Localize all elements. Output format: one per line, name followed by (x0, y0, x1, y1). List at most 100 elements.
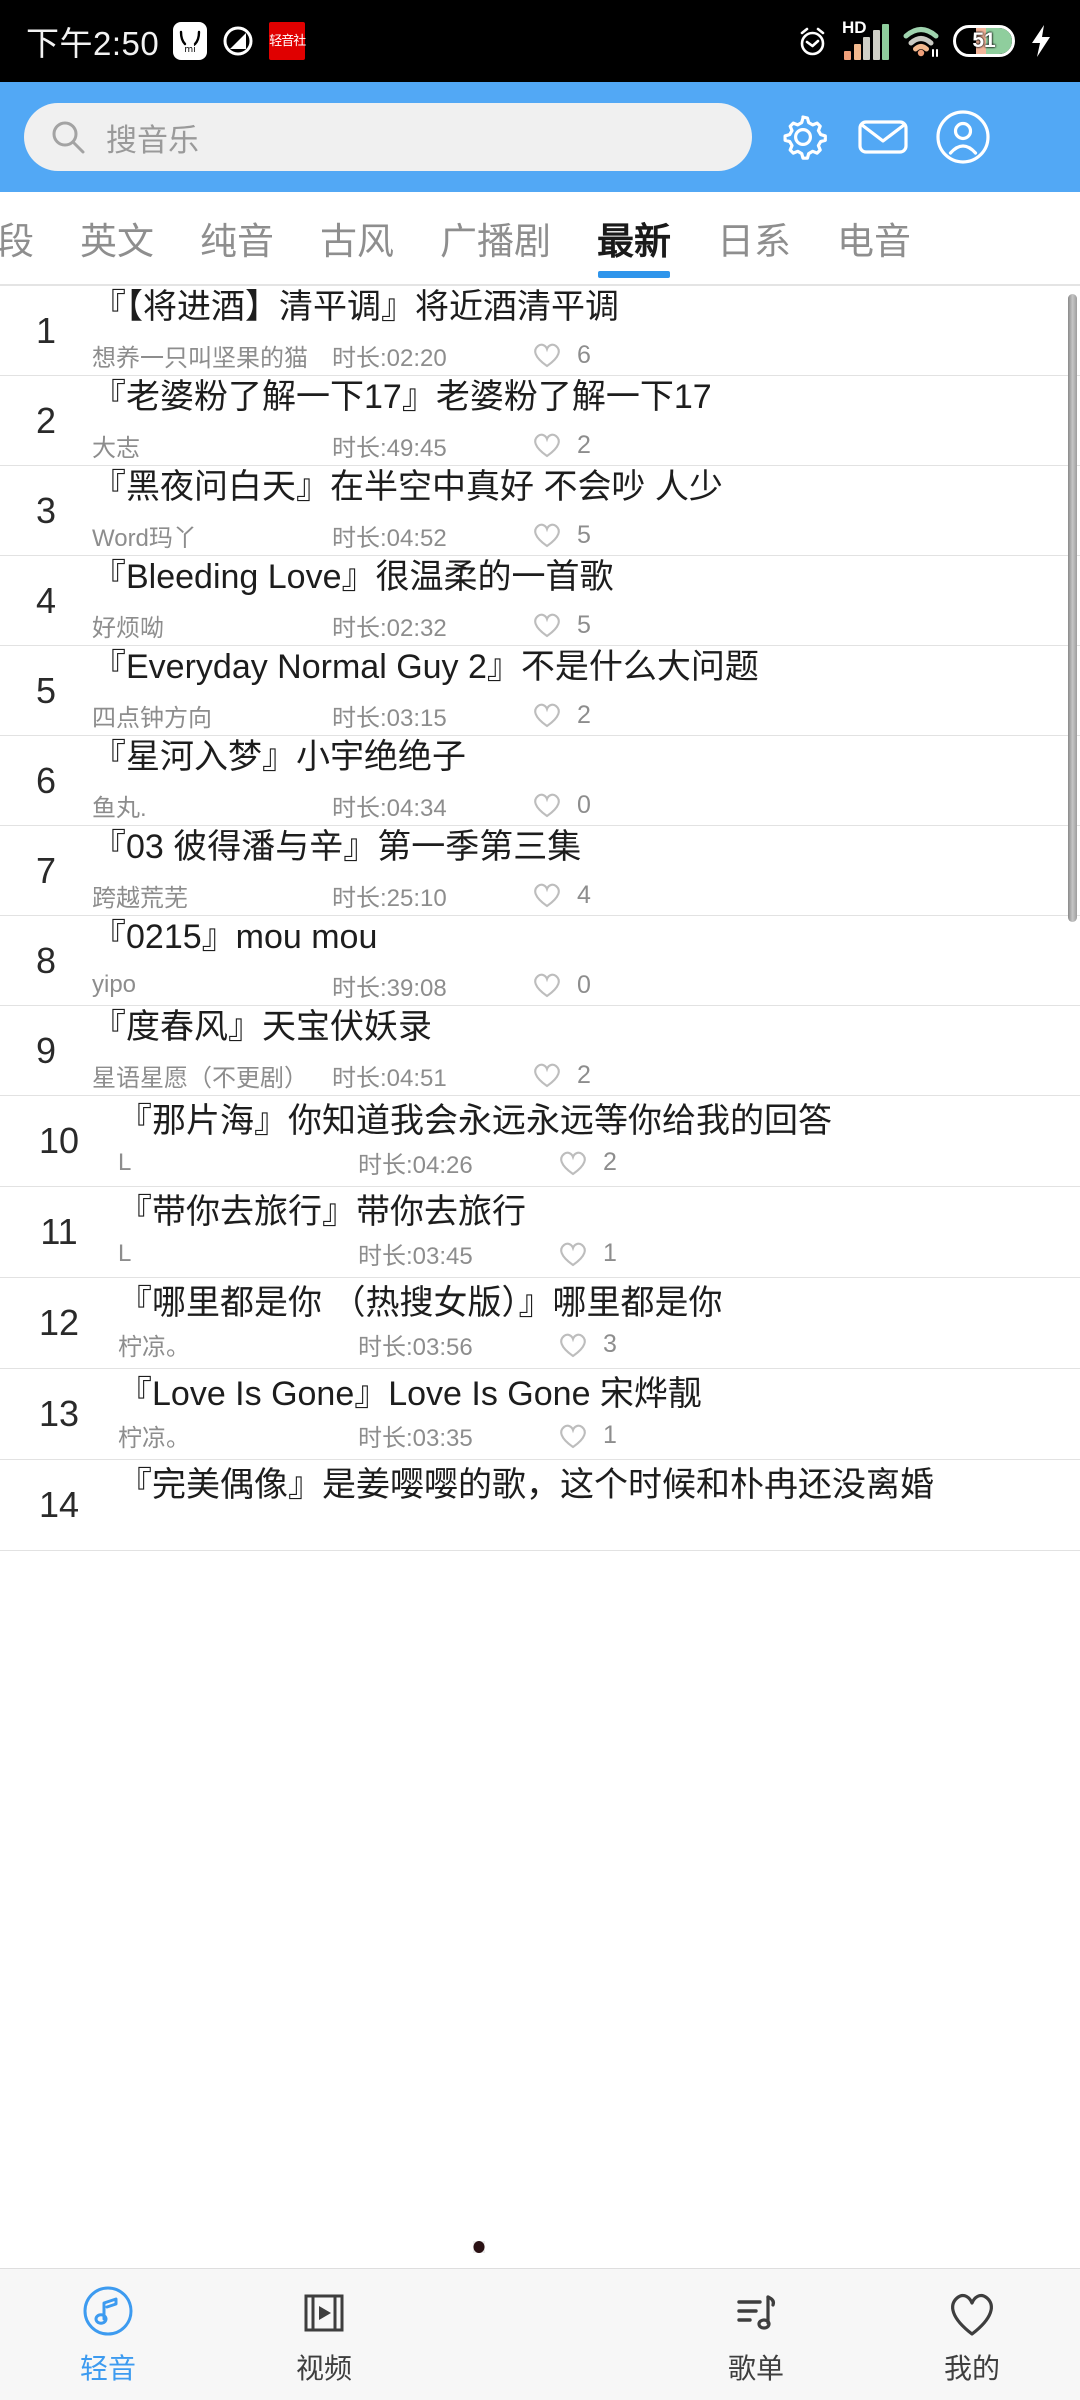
tab-duanzi[interactable]: 段 (0, 192, 57, 284)
table-row[interactable]: 4 『Bleeding Love』很温柔的一首歌 好烦呦 时长:02:32 5 (0, 556, 1080, 646)
row-meta: 好烦呦 时长:02:32 5 (92, 608, 1062, 643)
search-input[interactable]: 搜音乐 (24, 103, 752, 171)
table-row[interactable]: 13 『Love Is Gone』Love Is Gone 宋烨靓 柠凉。 时长… (0, 1369, 1080, 1460)
nav-item-player[interactable] (432, 2269, 648, 2400)
like-group[interactable]: 2 (558, 1148, 617, 1177)
like-count: 1 (603, 1421, 617, 1449)
like-count: 4 (577, 880, 591, 909)
song-duration: 时长:02:32 (332, 614, 447, 642)
row-body: 『完美偶像』是姜嘤嘤的歌，这个时候和朴冉还没离婚 (118, 1460, 1080, 1550)
table-row[interactable]: 10 『那片海』你知道我会永远永远等你给我的回答 L 时长:04:26 2 (0, 1096, 1080, 1187)
like-group[interactable]: 0 (532, 791, 591, 820)
like-count: 0 (577, 790, 591, 819)
mi-icon: mi (173, 22, 208, 60)
row-meta: yipo 时长:39:08 0 (92, 968, 1062, 1003)
like-group[interactable]: 5 (532, 611, 591, 640)
song-duration: 时长:39:08 (332, 974, 447, 1002)
row-meta: 柠凉。 时长:03:35 1 (118, 1418, 1062, 1453)
like-group[interactable]: 6 (532, 341, 591, 370)
like-count: 1 (603, 1239, 617, 1267)
status-bar: 下午2:50 mi 轻音社 HD 51 (0, 0, 1080, 82)
table-row[interactable]: 8 『0215』mou mou yipo 时长:39:08 0 (0, 916, 1080, 1006)
heart-icon (532, 1061, 562, 1089)
song-artist: 鱼丸. (92, 794, 147, 822)
vinyl-record-icon[interactable] (479, 2247, 601, 2385)
like-group[interactable]: 2 (532, 701, 591, 730)
heart-icon (532, 971, 562, 999)
like-group[interactable]: 1 (558, 1421, 617, 1450)
like-group[interactable]: 4 (532, 881, 591, 910)
category-tabbar[interactable]: 段 英文 纯音 古风 广播剧 最新 日系 电音 (0, 192, 1080, 286)
like-group[interactable]: 0 (532, 971, 591, 1000)
tab-electronic[interactable]: 电音 (814, 192, 934, 284)
song-title: 『03 彼得潘与辛』第一季第三集 (92, 828, 582, 867)
nav-item-mine[interactable]: 我的 (864, 2269, 1080, 2400)
song-duration: 时长:04:26 (358, 1152, 473, 1179)
song-artist: 想养一只叫坚果的猫 (92, 344, 308, 372)
table-row[interactable]: 14 『完美偶像』是姜嘤嘤的歌，这个时候和朴冉还没离婚 (0, 1460, 1080, 1551)
nav-item-playlist[interactable]: 歌单 (648, 2269, 864, 2400)
status-bar-left: 下午2:50 mi 轻音社 (26, 17, 306, 65)
like-group[interactable]: 1 (558, 1239, 617, 1268)
table-row[interactable]: 12 『哪里都是你 （热搜女版）』哪里都是你 柠凉。 时长:03:56 3 (0, 1278, 1080, 1369)
like-group[interactable]: 2 (532, 431, 591, 460)
table-row[interactable]: 7 『03 彼得潘与辛』第一季第三集 跨越荒芜 时长:25:10 4 (0, 826, 1080, 916)
like-group[interactable]: 5 (532, 521, 591, 550)
tab-japanese[interactable]: 日系 (694, 192, 814, 284)
nav-item-qingyin[interactable]: 轻音 (0, 2269, 216, 2400)
song-title: 『黑夜问白天』在半空中真好 不会吵 人少 (92, 468, 723, 507)
tab-newest[interactable]: 最新 (574, 192, 694, 284)
list-scrollbar[interactable] (1068, 294, 1077, 922)
row-index: 1 (35, 309, 57, 351)
row-meta: 四点钟方向 时长:03:15 2 (92, 698, 1062, 733)
table-row[interactable]: 5 『Everyday Normal Guy 2』不是什么大问题 四点钟方向 时… (0, 646, 1080, 736)
song-title: 『哪里都是你 （热搜女版）』哪里都是你 (118, 1284, 723, 1322)
music-note-circle-icon (80, 2283, 136, 2339)
tab-pure-music[interactable]: 纯音 (177, 192, 297, 284)
nav-label: 轻音 (79, 2352, 136, 2384)
gear-icon[interactable] (774, 108, 832, 166)
circle-slash-icon (221, 24, 255, 58)
row-index: 5 (35, 669, 57, 711)
row-body: 『【将进酒】清平调』将近酒清平调 想养一只叫坚果的猫 时长:02:20 6 (92, 286, 1080, 375)
bottom-navigation[interactable]: 轻音 视频 歌单 我的 (0, 2268, 1080, 2400)
table-row[interactable]: 1 『【将进酒】清平调』将近酒清平调 想养一只叫坚果的猫 时长:02:20 6 (0, 286, 1080, 376)
heart-icon (558, 1331, 588, 1359)
tab-list: 段 英文 纯音 古风 广播剧 最新 日系 电音 (0, 192, 934, 284)
charging-bolt-icon (1028, 24, 1054, 58)
table-row[interactable]: 9 『度春风』天宝伏妖录 星语星愿（不更剧） 时长:04:51 2 (0, 1006, 1080, 1096)
like-group[interactable]: 3 (558, 1330, 617, 1359)
nav-label: 歌单 (727, 2352, 784, 2384)
like-count: 2 (577, 700, 591, 729)
row-meta: 鱼丸. 时长:04:34 0 (92, 788, 1062, 823)
table-row[interactable]: 11 『带你去旅行』带你去旅行 L 时长:03:45 1 (0, 1187, 1080, 1278)
row-meta: L 时长:03:45 1 (118, 1236, 1062, 1271)
song-duration: 时长:04:34 (332, 794, 447, 822)
table-row[interactable]: 2 『老婆粉了解一下17』老婆粉了解一下17 大志 时长:49:45 2 (0, 376, 1080, 466)
tab-guofeng[interactable]: 古风 (297, 192, 417, 284)
song-artist: 大志 (92, 434, 140, 462)
like-group[interactable]: 2 (532, 1061, 591, 1090)
tab-english[interactable]: 英文 (57, 192, 177, 284)
song-title: 『完美偶像』是姜嘤嘤的歌，这个时候和朴冉还没离婚 (118, 1466, 934, 1504)
nav-label: 视频 (295, 2352, 352, 2384)
table-row[interactable]: 6 『星河入梦』小宇绝绝子 鱼丸. 时长:04:34 0 (0, 736, 1080, 826)
row-meta: 想养一只叫坚果的猫 时长:02:20 6 (92, 338, 1062, 373)
account-icon[interactable] (934, 108, 992, 166)
like-count: 3 (603, 1330, 617, 1358)
app-header: 搜音乐 (0, 82, 1080, 192)
row-body: 『那片海』你知道我会永远永远等你给我的回答 L 时长:04:26 2 (118, 1096, 1080, 1186)
song-duration: 时长:03:45 (358, 1243, 473, 1270)
row-index: 14 (38, 1484, 80, 1525)
mail-icon[interactable] (854, 108, 912, 166)
tab-radio-drama[interactable]: 广播剧 (417, 192, 574, 284)
table-row[interactable]: 3 『黑夜问白天』在半空中真好 不会吵 人少 Word玛丫 时长:04:52 5 (0, 466, 1080, 556)
song-list[interactable]: 1 『【将进酒】清平调』将近酒清平调 想养一只叫坚果的猫 时长:02:20 6 … (0, 286, 1080, 2268)
nav-item-video[interactable]: 视频 (216, 2269, 432, 2400)
status-time: 下午2:50 (26, 25, 160, 62)
song-duration: 时长:04:52 (332, 524, 447, 552)
row-index: 6 (35, 759, 57, 801)
row-body: 『哪里都是你 （热搜女版）』哪里都是你 柠凉。 时长:03:56 3 (118, 1278, 1080, 1368)
row-meta: 柠凉。 时长:03:56 3 (118, 1327, 1062, 1362)
song-title: 『星河入梦』小宇绝绝子 (92, 738, 466, 777)
